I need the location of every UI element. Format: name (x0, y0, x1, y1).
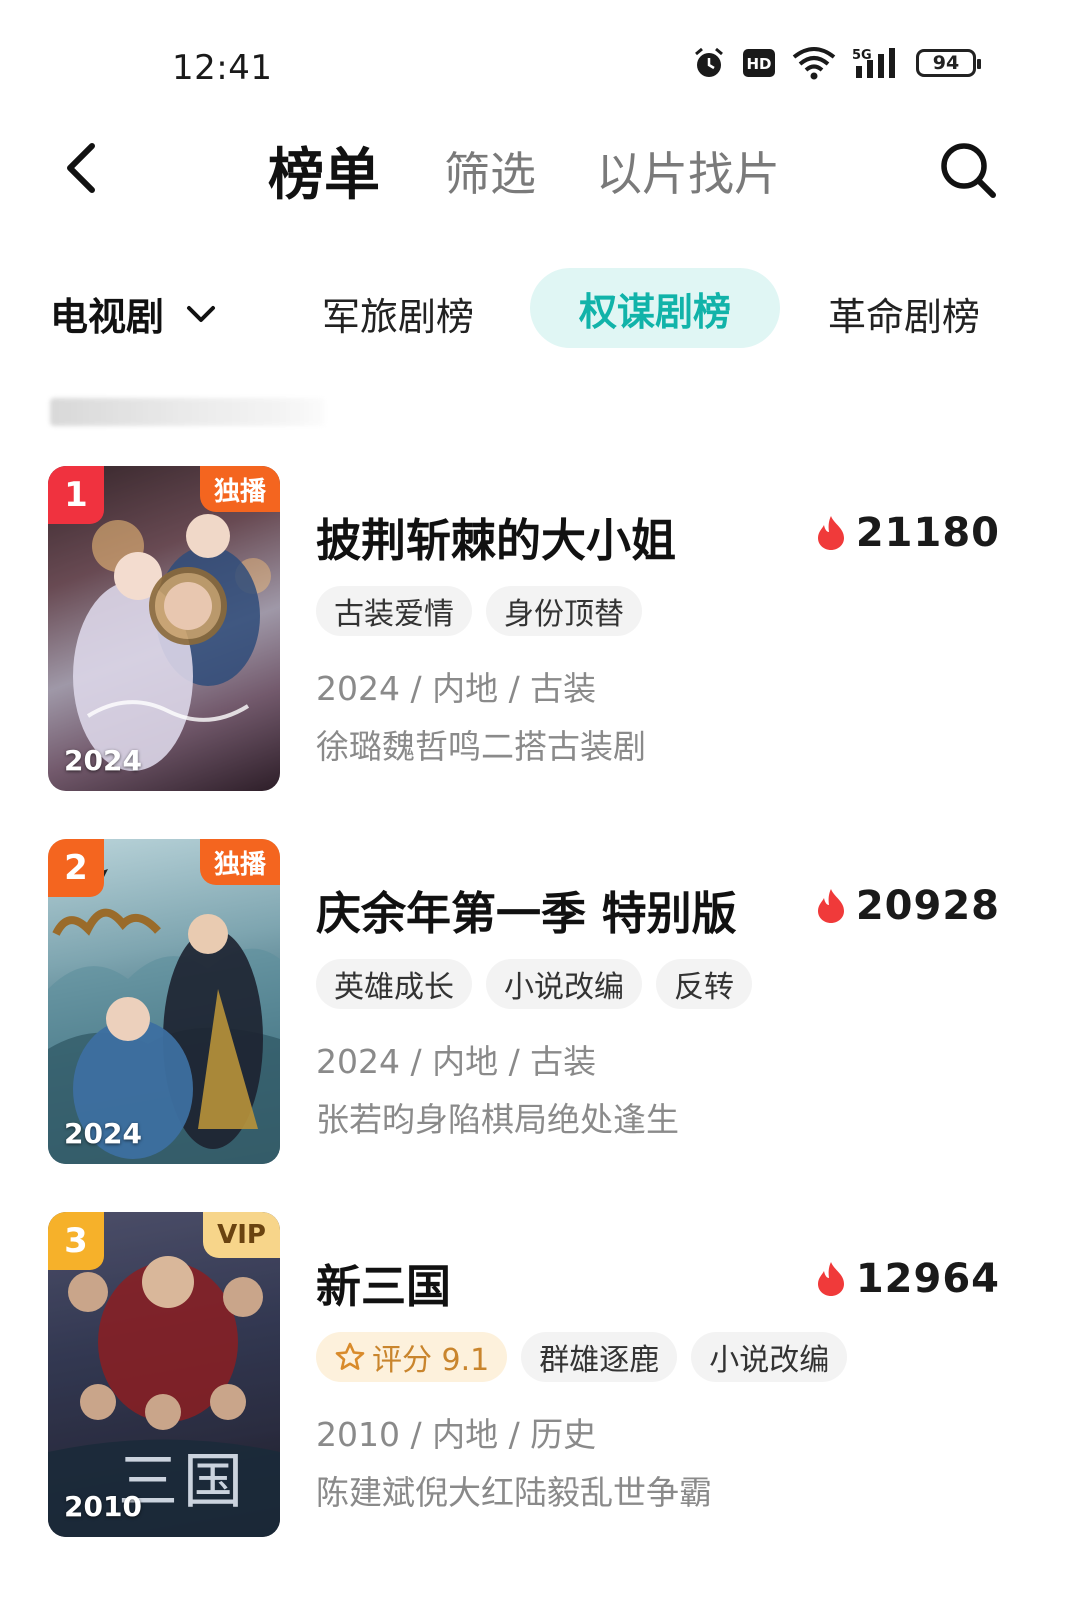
chevron-down-icon (187, 305, 216, 322)
tag[interactable]: 英雄成长 (316, 959, 472, 1009)
tag[interactable]: 小说改编 (691, 1332, 848, 1382)
item-meta: 2024 / 内地 / 古装 (316, 1042, 597, 1081)
heat-value: 12964 (855, 1256, 1000, 1302)
heat-value: 20928 (855, 883, 1000, 929)
battery-level: 94 (932, 52, 960, 74)
poster-image[interactable]: 1 独播 2024 (48, 466, 280, 791)
item-description: 陈建斌倪大红陆毅乱世争霸 (316, 1473, 712, 1512)
item-meta: 2010 / 内地 / 历史 (316, 1415, 597, 1454)
list-item[interactable]: 1 独播 2024 披荆斩棘的大小姐 21180 古装爱情 身份顶替 2024 … (0, 466, 1080, 796)
status-time: 12:41 (172, 48, 273, 88)
list-item[interactable]: 2 独播 2024 庆余年第一季 特别版 20928 英雄成长 小说改编 反转 … (0, 839, 1080, 1169)
tag-list: 古装爱情 身份顶替 (316, 586, 642, 636)
category-dropdown-label: 电视剧 (50, 295, 165, 339)
back-icon[interactable] (60, 140, 100, 196)
tag-list: 英雄成长 小说改编 反转 (316, 959, 752, 1009)
poster-year: 2010 (64, 1490, 142, 1523)
category-tab-power-struggle[interactable]: 权谋剧榜 (530, 268, 780, 348)
score-label: 评分 9.1 (372, 1343, 490, 1378)
list-item[interactable]: 三 国 3 VIP 2010 新三国 12964 评分 9.1 群雄逐鹿 小说改… (0, 1212, 1080, 1542)
poster-year: 2024 (64, 1117, 142, 1150)
status-icons: HD 5G 94 (692, 46, 981, 80)
exclusive-badge: 独播 (199, 839, 280, 885)
category-tab-military[interactable]: 军旅剧榜 (322, 286, 474, 341)
tab-filter[interactable]: 筛选 (444, 138, 536, 204)
tab-find-by-film[interactable]: 以片找片 (596, 138, 780, 204)
rank-badge: 3 (48, 1212, 104, 1270)
item-description: 张若昀身陷棋局绝处逢生 (316, 1100, 679, 1139)
tag[interactable]: 小说改编 (486, 959, 642, 1009)
vip-badge: VIP (203, 1212, 280, 1258)
category-tab-revolution[interactable]: 革命剧榜 (828, 286, 980, 341)
item-title[interactable]: 新三国 (316, 1250, 451, 1315)
exclusive-badge: 独播 (199, 466, 280, 512)
wifi-icon (792, 47, 836, 80)
svg-text:国: 国 (183, 1447, 243, 1517)
flame-icon (817, 889, 844, 923)
tag[interactable]: 反转 (656, 959, 752, 1009)
poster-image[interactable]: 三 国 3 VIP 2010 (48, 1212, 280, 1537)
alarm-icon (695, 47, 723, 77)
tag-list: 评分 9.1 群雄逐鹿 小说改编 (316, 1332, 848, 1382)
score-tag[interactable]: 评分 9.1 (316, 1332, 508, 1382)
flame-icon (817, 1262, 844, 1296)
poster-year: 2024 (64, 744, 142, 777)
rank-badge: 2 (48, 839, 104, 897)
star-icon (335, 1342, 365, 1370)
tag[interactable]: 古装爱情 (316, 586, 472, 636)
flame-icon (817, 516, 844, 550)
signal-5g-icon: 5G (852, 48, 895, 78)
poster-image[interactable]: 2 独播 2024 (48, 839, 280, 1164)
item-title[interactable]: 庆余年第一季 特别版 (316, 877, 737, 942)
category-dropdown[interactable]: 电视剧 (50, 286, 216, 341)
item-description: 徐璐魏哲鸣二搭古装剧 (316, 727, 646, 766)
item-title[interactable]: 披荆斩棘的大小姐 (316, 504, 676, 569)
tag[interactable]: 群雄逐鹿 (521, 1332, 678, 1382)
rank-badge: 1 (48, 466, 104, 524)
tag[interactable]: 身份顶替 (486, 586, 642, 636)
page-title[interactable]: 榜单 (268, 130, 380, 211)
heat-score: 12964 (816, 1256, 1000, 1302)
heat-score: 20928 (816, 883, 1000, 929)
hd-icon: HD (743, 49, 775, 77)
svg-text:HD: HD (746, 55, 771, 73)
battery-indicator: 94 (916, 49, 981, 77)
blurred-subtitle (50, 398, 325, 426)
item-meta: 2024 / 内地 / 古装 (316, 669, 597, 708)
search-icon[interactable] (938, 140, 998, 200)
heat-score: 21180 (816, 510, 1000, 556)
heat-value: 21180 (855, 510, 1000, 556)
